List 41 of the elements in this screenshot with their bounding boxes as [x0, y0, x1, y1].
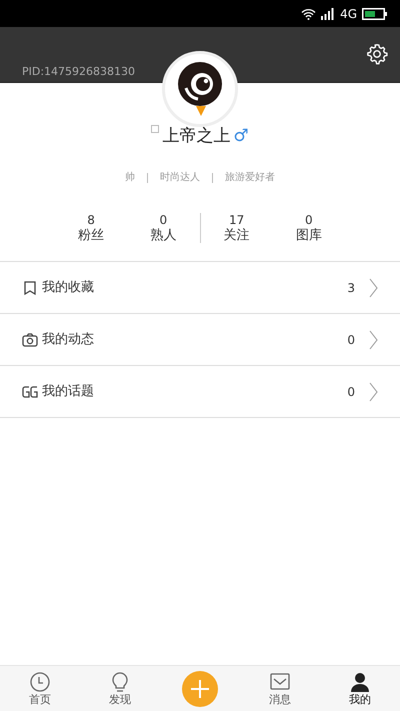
tab[interactable]: 发现 [109, 671, 131, 706]
user-name: 上帝之上 [162, 125, 230, 148]
network-type: 4G [340, 6, 357, 22]
person-icon [349, 671, 371, 693]
tab[interactable]: 消息 [269, 671, 291, 706]
battery-icon [362, 8, 388, 20]
stat-value: 0 [305, 213, 313, 228]
settings-icon[interactable] [366, 43, 388, 65]
chevron-right-icon [369, 330, 378, 350]
stat-value: 0 [160, 213, 168, 228]
chevron-right-icon [369, 382, 378, 402]
menu-label: 我的动态 [42, 330, 95, 349]
stat-label[interactable]: 粉丝 [78, 228, 104, 243]
menu-label: 我的收藏 [42, 278, 95, 297]
tab[interactable]: 首页 [29, 671, 51, 706]
wifi-icon [301, 8, 316, 20]
chevron-right-icon [369, 278, 378, 298]
profile-tag: 旅游爱好者 [225, 170, 275, 185]
menu-item[interactable]: 我的话题 0 [0, 366, 400, 418]
stat-label[interactable]: 关注 [224, 228, 250, 243]
profile-tag: 时尚达人 [160, 170, 200, 185]
clock-icon [29, 671, 51, 693]
menu-count: 0 [347, 384, 355, 400]
stat-value: 17 [228, 213, 244, 228]
tab[interactable]: 我的 [349, 671, 371, 706]
plus-icon [190, 678, 210, 698]
menu-count: 0 [347, 332, 355, 348]
gender-icon: ♂ [233, 124, 249, 150]
user-pid: PID:1475926838130 [22, 64, 136, 80]
stat-label[interactable]: 熟人 [150, 228, 176, 243]
menu-item[interactable]: 我的动态 0 [0, 314, 400, 366]
quote-icon [22, 384, 38, 400]
stat-value: 8 [87, 213, 95, 228]
signal-icon [321, 8, 336, 20]
profile-tag: 帅 [125, 170, 135, 185]
menu-count: 3 [347, 280, 355, 296]
camera-icon [22, 332, 38, 348]
stat-label[interactable]: 图库 [296, 228, 322, 243]
bookmark-icon [22, 280, 38, 296]
menu-label: 我的话题 [42, 382, 95, 401]
menu-item[interactable]: 我的收藏 3 [0, 262, 400, 314]
